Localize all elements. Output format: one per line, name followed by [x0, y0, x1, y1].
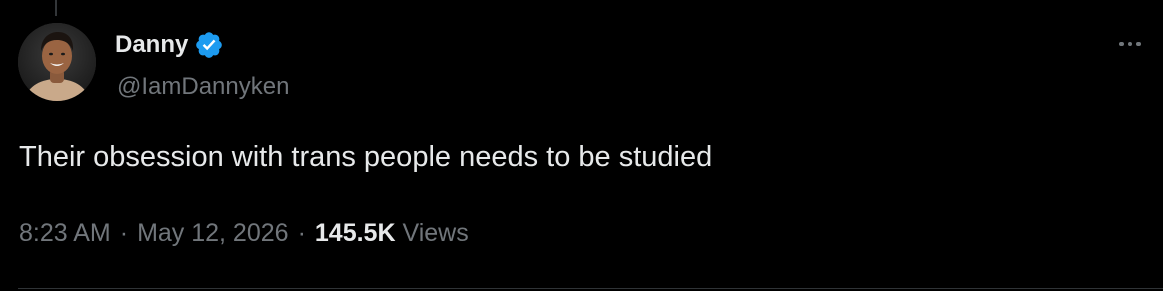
- tweet-metadata: 8:23 AM · May 12, 2026 · 145.5K Views: [19, 214, 469, 252]
- more-options-icon: [1136, 41, 1141, 47]
- tweet-date[interactable]: May 12, 2026: [137, 219, 289, 247]
- more-options-icon: [1127, 41, 1133, 47]
- more-options-icon: [1119, 41, 1124, 47]
- author-handle[interactable]: @IamDannyken: [117, 70, 289, 104]
- meta-separator: ·: [119, 219, 129, 247]
- divider: [18, 288, 1163, 289]
- thread-connector-line: [55, 0, 57, 16]
- views-count[interactable]: 145.5K: [315, 219, 396, 247]
- meta-separator: ·: [297, 219, 306, 247]
- more-options-button[interactable]: [1112, 30, 1148, 58]
- tweet-time[interactable]: 8:23 AM: [19, 219, 111, 247]
- tweet-text: Their obsession with trans people needs …: [19, 141, 713, 173]
- views-label[interactable]: Views: [402, 219, 468, 247]
- profile-photo-icon: [18, 23, 96, 101]
- author-display-name[interactable]: Danny: [115, 27, 188, 63]
- author-name-row: Danny: [115, 27, 224, 63]
- verified-badge-icon[interactable]: [194, 30, 224, 60]
- avatar[interactable]: [18, 23, 96, 101]
